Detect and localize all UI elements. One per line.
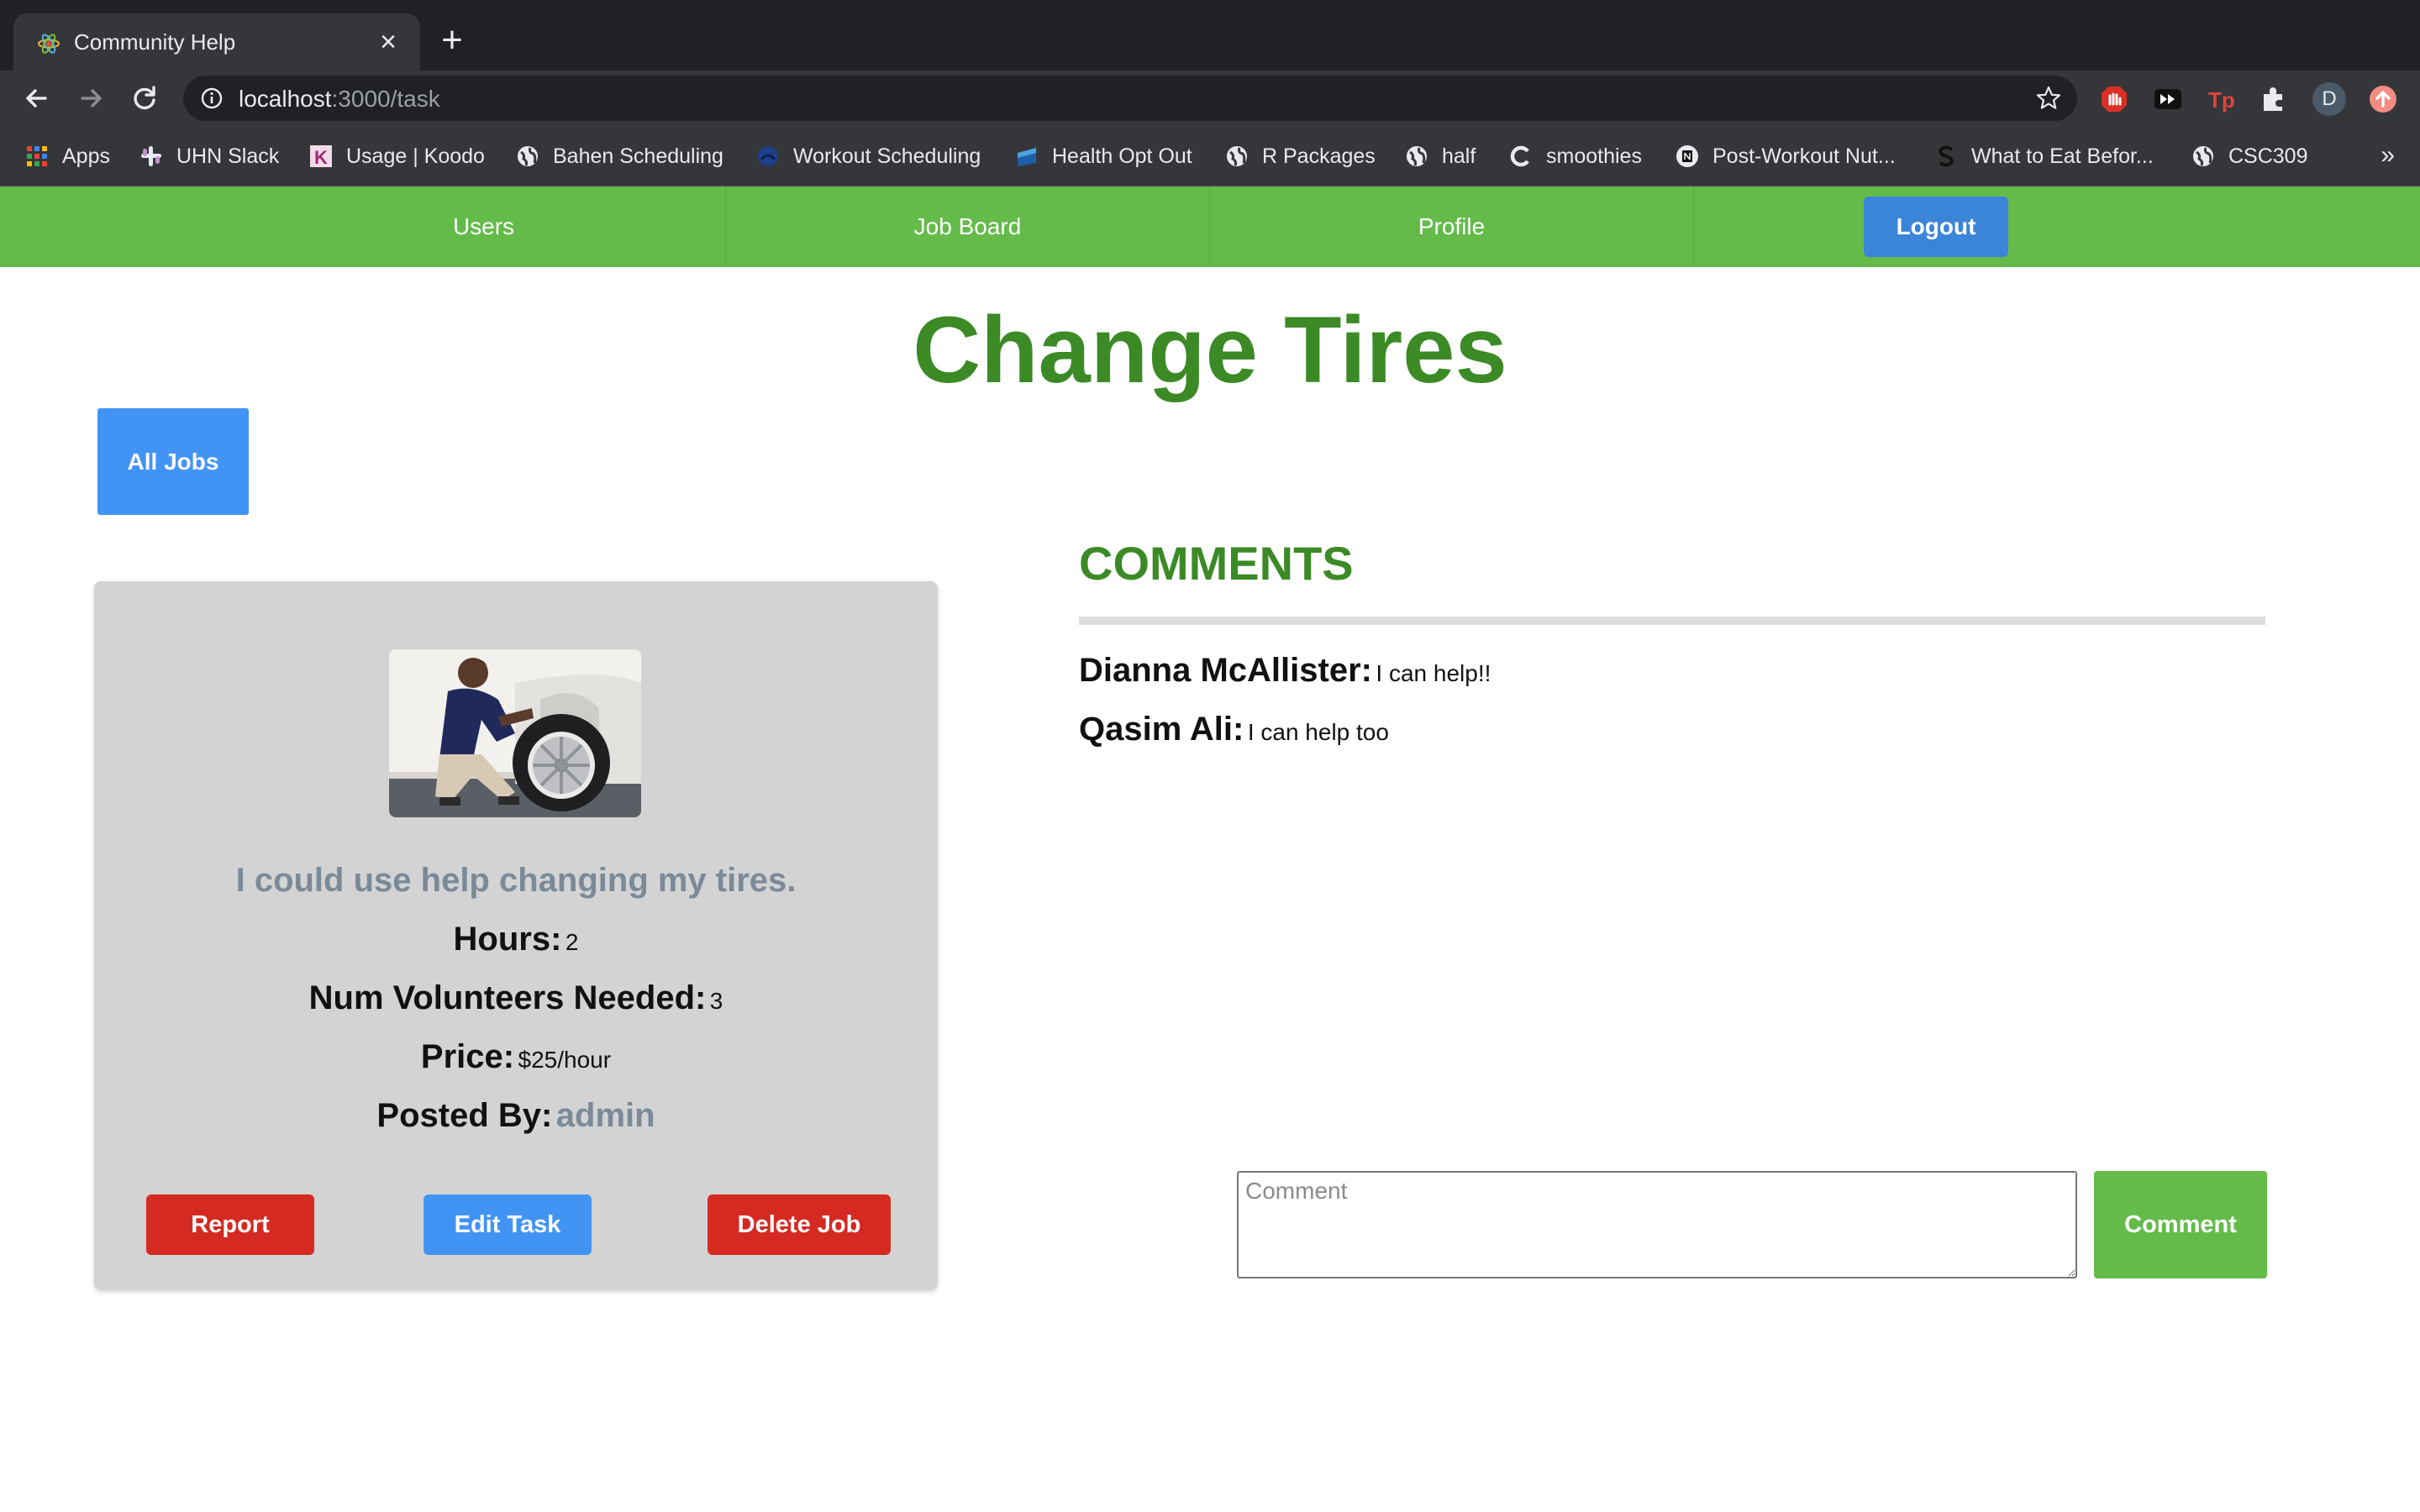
workout-icon xyxy=(758,146,778,166)
job-image xyxy=(389,649,641,817)
comment-text: I can help!! xyxy=(1376,660,1491,686)
bookmark-label: Usage | Koodo xyxy=(346,144,485,168)
bookmark-label: smoothies xyxy=(1546,144,1642,168)
bookmark-label: UHN Slack xyxy=(176,144,280,168)
reload-icon[interactable] xyxy=(124,77,166,119)
react-favicon-icon xyxy=(38,34,60,54)
browser-tab-strip: Community Help × + xyxy=(0,0,2420,71)
bookmark-r-packages[interactable]: R Packages xyxy=(1225,143,1376,170)
url-text: localhost:3000/task xyxy=(239,86,440,113)
globe-icon xyxy=(1407,146,1427,166)
job-card: I could use help changing my tires. Hour… xyxy=(94,581,938,1289)
comment-input[interactable] xyxy=(1237,1171,2077,1278)
job-price-label: Price: xyxy=(420,1038,515,1075)
bookmark-label: Apps xyxy=(62,144,110,168)
comment-text: I can help too xyxy=(1247,719,1389,745)
notion-icon xyxy=(1676,145,1698,167)
bookmark-csc309[interactable]: CSC309 xyxy=(2191,143,2308,170)
address-bar[interactable]: localhost:3000/task xyxy=(183,76,2077,121)
bookmark-half[interactable]: half xyxy=(1405,143,1476,170)
comments-divider xyxy=(1079,617,2265,625)
site-info-icon[interactable] xyxy=(200,87,224,110)
comment-item: Qasim Ali: I can help too xyxy=(1079,711,1389,748)
job-poster-link[interactable]: admin xyxy=(556,1097,655,1134)
bookmark-what-to-eat[interactable]: What to Eat Befor... xyxy=(1934,143,2154,170)
update-icon[interactable] xyxy=(2368,84,2398,114)
app-navbar: Users Job Board Profile Logout xyxy=(0,186,2420,267)
more-bookmarks-icon[interactable]: » xyxy=(2381,141,2395,170)
edit-task-button[interactable]: Edit Task xyxy=(424,1194,592,1255)
globe-icon xyxy=(1227,146,1247,166)
bookmark-label: Post-Workout Nut... xyxy=(1712,144,1896,168)
comment-author: Dianna McAllister: xyxy=(1079,652,1372,689)
fast-forward-extension-icon[interactable] xyxy=(2153,84,2183,114)
tire-change-illustration xyxy=(389,649,641,817)
delete-job-button[interactable]: Delete Job xyxy=(708,1194,891,1255)
comment-author: Qasim Ali: xyxy=(1079,711,1244,748)
nav-job-board[interactable]: Job Board xyxy=(726,186,1210,267)
new-tab-icon[interactable]: + xyxy=(435,22,469,59)
koodo-icon: K xyxy=(310,145,332,168)
bookmark-bahen-scheduling[interactable]: Bahen Scheduling xyxy=(516,143,723,170)
comments-heading: COMMENTS xyxy=(1079,537,1354,590)
all-jobs-button[interactable]: All Jobs xyxy=(97,408,249,515)
svg-text:K: K xyxy=(314,147,328,168)
tab-close-icon[interactable]: × xyxy=(371,25,405,59)
url-path: :3000/task xyxy=(331,86,440,112)
url-host: localhost xyxy=(239,86,332,112)
bookmark-label: R Packages xyxy=(1262,144,1376,168)
submit-comment-button[interactable]: Comment xyxy=(2094,1171,2267,1278)
bookmark-label: Bahen Scheduling xyxy=(553,144,723,168)
bookmark-label: What to Eat Befor... xyxy=(1971,144,2154,168)
bookmark-health-opt-out[interactable]: Health Opt Out xyxy=(1015,143,1192,170)
back-arrow-icon[interactable] xyxy=(15,77,57,119)
browser-toolbar: localhost:3000/task Tp D xyxy=(0,71,2420,126)
bookmark-label: Workout Scheduling xyxy=(793,144,981,168)
slack-icon xyxy=(141,146,161,166)
bookmark-star-icon[interactable] xyxy=(2035,85,2062,112)
adblock-extension-icon[interactable] xyxy=(2099,84,2129,114)
bookmarks-bar: Apps UHN Slack K Usage | Koodo Bahen Sch… xyxy=(0,126,2420,186)
bookmark-apps[interactable]: Apps xyxy=(25,143,110,170)
bookmark-label: Health Opt Out xyxy=(1052,144,1192,168)
bookmark-label: CSC309 xyxy=(2228,144,2308,168)
globe-icon xyxy=(2193,146,2213,166)
bookmark-koodo[interactable]: K Usage | Koodo xyxy=(309,143,485,170)
job-hours: Hours: 2 xyxy=(94,921,938,958)
job-price-value: $25/hour xyxy=(518,1047,612,1073)
bookmark-smoothies[interactable]: smoothies xyxy=(1509,143,1642,170)
page-title: Change Tires xyxy=(913,297,1507,402)
job-volunteers-label: Num Volunteers Needed: xyxy=(308,979,707,1016)
bookmark-workout-scheduling[interactable]: Workout Scheduling xyxy=(756,143,981,170)
job-hours-value: 2 xyxy=(565,929,579,955)
nav-users[interactable]: Users xyxy=(242,186,726,267)
health-icon xyxy=(1018,148,1036,166)
comment-item: Dianna McAllister: I can help!! xyxy=(1079,652,1491,690)
browser-tab[interactable]: Community Help × xyxy=(13,13,420,71)
nav-profile[interactable]: Profile xyxy=(1210,186,1694,267)
s-icon xyxy=(1939,145,1954,167)
job-hours-label: Hours: xyxy=(453,921,562,958)
job-price: Price: $25/hour xyxy=(94,1038,938,1076)
job-posted-by-label: Posted By: xyxy=(376,1097,553,1134)
tp-extension-icon[interactable]: Tp xyxy=(2207,84,2237,114)
svg-text:Tp: Tp xyxy=(2208,87,2235,113)
bookmark-uhn-slack[interactable]: UHN Slack xyxy=(139,143,279,170)
forward-arrow-icon[interactable] xyxy=(71,77,113,119)
apps-grid-icon xyxy=(27,146,47,166)
job-description: I could use help changing my tires. xyxy=(235,862,797,899)
report-button[interactable]: Report xyxy=(146,1194,314,1255)
job-volunteers: Num Volunteers Needed: 3 xyxy=(94,979,938,1017)
job-volunteers-value: 3 xyxy=(709,988,723,1014)
profile-avatar[interactable]: D xyxy=(2312,82,2346,116)
bookmark-post-workout-nutrition[interactable]: Post-Workout Nut... xyxy=(1676,143,1896,170)
logout-button[interactable]: Logout xyxy=(1864,197,2008,257)
c-icon xyxy=(1510,145,1529,167)
job-posted-by: Posted By: admin xyxy=(94,1097,938,1135)
globe-icon xyxy=(518,146,538,166)
extensions-puzzle-icon[interactable] xyxy=(2259,84,2289,114)
bookmark-label: half xyxy=(1442,144,1476,168)
tab-title: Community Help xyxy=(74,29,236,55)
